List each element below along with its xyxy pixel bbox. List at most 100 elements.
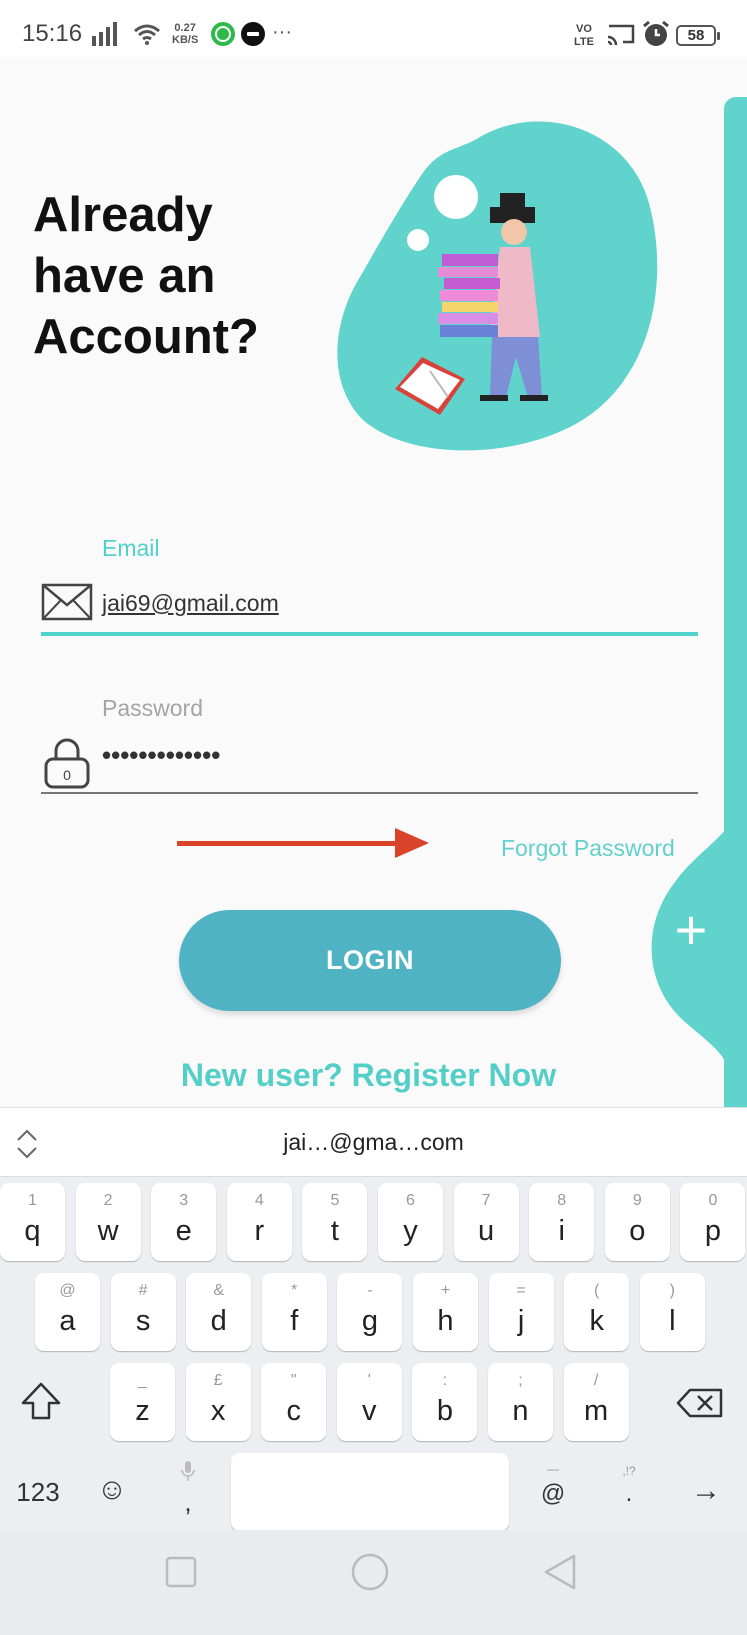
key-y[interactable]: 6y bbox=[378, 1183, 443, 1261]
key-hint: / bbox=[593, 1372, 599, 1389]
key-m[interactable]: / m bbox=[563, 1363, 629, 1441]
key-p[interactable]: 0p bbox=[680, 1183, 746, 1261]
key-label: d bbox=[210, 1305, 227, 1337]
email-field[interactable]: jai69@gmail.com bbox=[102, 590, 279, 617]
key-hint: ( bbox=[594, 1282, 600, 1299]
wifi-icon bbox=[134, 24, 160, 45]
whatsapp-icon bbox=[211, 22, 235, 46]
key-label: v bbox=[362, 1395, 377, 1427]
signal-icon bbox=[92, 22, 117, 46]
key-hint: _ bbox=[138, 1372, 147, 1389]
key-hint: " bbox=[290, 1372, 297, 1389]
key-j[interactable]: = j bbox=[488, 1273, 554, 1351]
key-a[interactable]: @ a bbox=[35, 1273, 100, 1351]
key-r[interactable]: 4r bbox=[226, 1183, 292, 1261]
key-g[interactable]: -g bbox=[337, 1273, 403, 1351]
space-key[interactable] bbox=[231, 1453, 509, 1531]
net-speed-unit: KB/S bbox=[172, 34, 199, 46]
key-d[interactable]: & d bbox=[186, 1273, 252, 1351]
enter-key[interactable]: → bbox=[684, 1474, 728, 1508]
key-label: y bbox=[403, 1215, 418, 1247]
key-f[interactable]: * f bbox=[261, 1273, 327, 1351]
backspace-icon[interactable] bbox=[676, 1388, 724, 1418]
numbers-key[interactable]: 123 bbox=[8, 1477, 68, 1508]
key-h[interactable]: + h bbox=[413, 1273, 478, 1351]
key-label: x bbox=[210, 1395, 226, 1427]
key-label: s bbox=[135, 1305, 151, 1337]
password-field-underline bbox=[41, 792, 698, 794]
period-key[interactable]: . bbox=[614, 1480, 644, 1508]
svg-text:VO: VO bbox=[576, 23, 592, 35]
email-field-underline bbox=[41, 632, 698, 636]
key-hint: 5 bbox=[330, 1192, 340, 1209]
uber-icon bbox=[241, 22, 265, 46]
key-e[interactable]: 3e bbox=[151, 1183, 217, 1261]
autofill-suggestion[interactable]: jai…@gma…com bbox=[0, 1129, 747, 1156]
key-l[interactable]: ) l bbox=[639, 1273, 705, 1351]
status-time: 15:16 bbox=[22, 20, 83, 47]
key-z[interactable]: _ z bbox=[110, 1363, 175, 1441]
key-hint: = bbox=[516, 1282, 526, 1299]
recents-icon[interactable] bbox=[161, 1552, 201, 1592]
comma-key[interactable]: , bbox=[175, 1487, 201, 1518]
key-n[interactable]: ; n bbox=[488, 1363, 553, 1441]
key-hint: * bbox=[291, 1282, 298, 1299]
suggestion-strip: jai…@gma…com bbox=[0, 1107, 747, 1177]
key-v[interactable]: ' v bbox=[336, 1363, 402, 1441]
key-t[interactable]: 5t bbox=[302, 1183, 368, 1261]
more-notifications-icon: ··· bbox=[272, 20, 292, 43]
key-hint: ' bbox=[367, 1372, 371, 1389]
key-hint: 7 bbox=[481, 1192, 491, 1209]
forgot-password-link[interactable]: Forgot Password bbox=[501, 835, 676, 862]
emoji-icon[interactable]: ☺ bbox=[90, 1473, 134, 1507]
key-label: i bbox=[558, 1215, 565, 1247]
key-q[interactable]: 1q bbox=[0, 1183, 65, 1261]
cast-icon bbox=[607, 24, 635, 46]
key-label: r bbox=[254, 1215, 265, 1247]
key-label: a bbox=[59, 1305, 76, 1337]
key-b[interactable]: :b bbox=[412, 1363, 478, 1441]
email-label: Email bbox=[102, 535, 160, 561]
password-label: Password bbox=[102, 695, 203, 721]
back-icon[interactable] bbox=[540, 1552, 580, 1592]
key-label: b bbox=[436, 1395, 453, 1427]
key-hint: ; bbox=[518, 1372, 523, 1389]
net-speed-value: 0.27 bbox=[174, 22, 196, 34]
add-button[interactable]: + bbox=[665, 902, 717, 958]
login-button[interactable]: LOGIN bbox=[179, 910, 561, 1011]
key-w[interactable]: 2w bbox=[75, 1183, 141, 1261]
key-k[interactable]: (k bbox=[564, 1273, 630, 1351]
register-link[interactable]: New user? Register Now bbox=[0, 1057, 747, 1094]
key-x[interactable]: £ x bbox=[185, 1363, 251, 1441]
key-label: c bbox=[286, 1395, 301, 1427]
key-o[interactable]: 9o bbox=[604, 1183, 670, 1261]
at-key[interactable]: @ bbox=[538, 1480, 568, 1508]
key-c[interactable]: " c bbox=[261, 1363, 327, 1441]
key-label: h bbox=[437, 1305, 454, 1337]
shift-icon[interactable] bbox=[20, 1381, 62, 1421]
key-hint: £ bbox=[213, 1372, 223, 1389]
key-hint: 9 bbox=[632, 1192, 642, 1209]
key-label: w bbox=[97, 1215, 119, 1247]
key-hint: ) bbox=[669, 1282, 675, 1299]
key-u[interactable]: 7u bbox=[453, 1183, 519, 1261]
key-label: e bbox=[175, 1215, 192, 1247]
key-i[interactable]: 8i bbox=[529, 1183, 595, 1261]
at-key-hint: — bbox=[547, 1462, 559, 1476]
key-s[interactable]: # s bbox=[110, 1273, 176, 1351]
svg-text:LTE: LTE bbox=[574, 36, 594, 48]
mail-icon bbox=[41, 583, 93, 621]
alarm-icon bbox=[643, 20, 669, 46]
period-key-hint: ,!? bbox=[622, 1464, 636, 1478]
password-field[interactable]: ••••••••••••• bbox=[102, 740, 220, 771]
key-label: q bbox=[24, 1215, 41, 1247]
key-hint: - bbox=[367, 1282, 373, 1299]
lock-icon: 0 bbox=[44, 738, 90, 789]
app-root: 15:16 0.27 KB/S ··· VO LTE 58 Already ha… bbox=[0, 0, 747, 1635]
key-label: g bbox=[361, 1305, 378, 1337]
key-hint: + bbox=[440, 1282, 451, 1299]
home-icon[interactable] bbox=[350, 1552, 390, 1592]
key-label: n bbox=[512, 1395, 529, 1427]
key-label: p bbox=[704, 1215, 721, 1247]
key-hint: # bbox=[138, 1282, 148, 1299]
